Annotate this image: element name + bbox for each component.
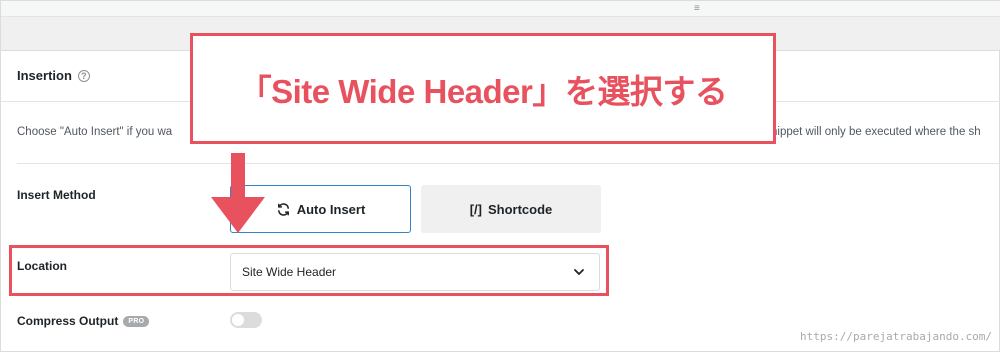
top-bar: ≡ <box>1 1 1000 17</box>
insertion-heading: Insertion ? <box>17 68 90 83</box>
shortcode-label: Shortcode <box>487 201 553 217</box>
shortcode-button[interactable]: [/] Shortcode <box>421 185 601 233</box>
insertion-title: Insertion <box>17 68 72 83</box>
help-icon[interactable]: ? <box>77 69 90 82</box>
drag-handle-icon[interactable]: ≡ <box>694 2 700 16</box>
annotation-callout: 「Site Wide Header」を選択する <box>190 33 776 144</box>
divider <box>17 163 1000 164</box>
refresh-icon <box>277 202 289 216</box>
compress-output-text: Compress Output <box>17 314 119 328</box>
compress-output-toggle[interactable] <box>230 312 262 328</box>
annotation-callout-text: 「Site Wide Header」を選択する <box>238 72 728 110</box>
auto-insert-label: Auto Insert <box>296 201 366 217</box>
compress-output-label: Compress Output PRO <box>17 314 150 328</box>
watermark: https://parejatrabajando.com/ <box>800 330 993 343</box>
location-highlight-box <box>9 245 609 296</box>
pro-badge: PRO <box>123 315 150 327</box>
description-text-right: nippet will only be executed where the s… <box>771 126 981 138</box>
insert-method-label: Insert Method <box>17 188 96 202</box>
shortcode-icon: [/] <box>469 201 482 217</box>
description-text-left: Choose "Auto Insert" if you wa <box>17 126 173 138</box>
annotation-arrow-down-icon <box>211 153 265 233</box>
toggle-knob <box>232 314 244 326</box>
